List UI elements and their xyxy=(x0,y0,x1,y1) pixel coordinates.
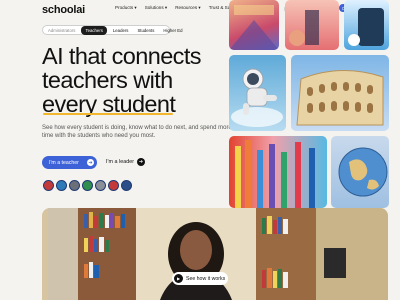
nav-products[interactable]: Products ▾ xyxy=(115,5,137,11)
badge-icon xyxy=(56,180,67,191)
tab-administrators[interactable]: Administrators xyxy=(45,27,78,34)
headline-underline xyxy=(43,113,173,115)
pencils-illustration xyxy=(229,136,327,208)
globe-illustration xyxy=(331,136,389,208)
badge-icon xyxy=(108,180,119,191)
headline-line-2: teachers with xyxy=(42,67,173,93)
badge-icon xyxy=(82,180,93,191)
hero-subtitle: See how every student is doing, know wha… xyxy=(42,125,232,140)
astronaut-illustration xyxy=(229,55,286,131)
illustration-tile xyxy=(229,0,279,50)
tab-teachers[interactable]: Teachers xyxy=(81,25,107,35)
badge-icon xyxy=(95,180,106,191)
badge-icon xyxy=(43,180,54,191)
compliance-badges xyxy=(43,180,132,191)
colosseum-illustration xyxy=(291,55,389,131)
tab-higher-ed[interactable]: Higher Ed xyxy=(160,27,185,34)
hero-video[interactable] xyxy=(42,208,388,300)
illustration-tile xyxy=(285,0,339,50)
headline-line-1: AI that connects xyxy=(42,43,202,69)
teacher-cta-button[interactable]: I'm a teacher ➜ xyxy=(42,156,97,169)
arrow-right-icon: ➜ xyxy=(87,159,94,166)
brand-logo[interactable]: schoolai xyxy=(42,4,85,16)
nav-resources[interactable]: Resources ▾ xyxy=(175,5,201,11)
arrow-right-icon: ➜ xyxy=(137,158,145,166)
hero-headline: AI that connects teachers with every stu… xyxy=(42,43,202,116)
badge-icon xyxy=(121,180,132,191)
badge-icon xyxy=(69,180,80,191)
leader-cta-link[interactable]: I'm a leader ➜ xyxy=(106,158,145,166)
play-icon: ▶ xyxy=(174,274,183,283)
teacher-cta-label: I'm a teacher xyxy=(49,159,79,166)
illustration-tile xyxy=(344,0,389,50)
tab-students[interactable]: Students xyxy=(134,27,157,34)
play-video-button[interactable]: ▶ See how it works xyxy=(172,272,228,285)
tab-leaders[interactable]: Leaders xyxy=(110,27,132,34)
audience-tabs: Administrators Teachers Leaders Students… xyxy=(42,25,183,35)
nav-solutions[interactable]: Solutions ▾ xyxy=(145,5,167,11)
play-video-label: See how it works xyxy=(186,275,226,282)
leader-cta-label: I'm a leader xyxy=(106,159,134,165)
